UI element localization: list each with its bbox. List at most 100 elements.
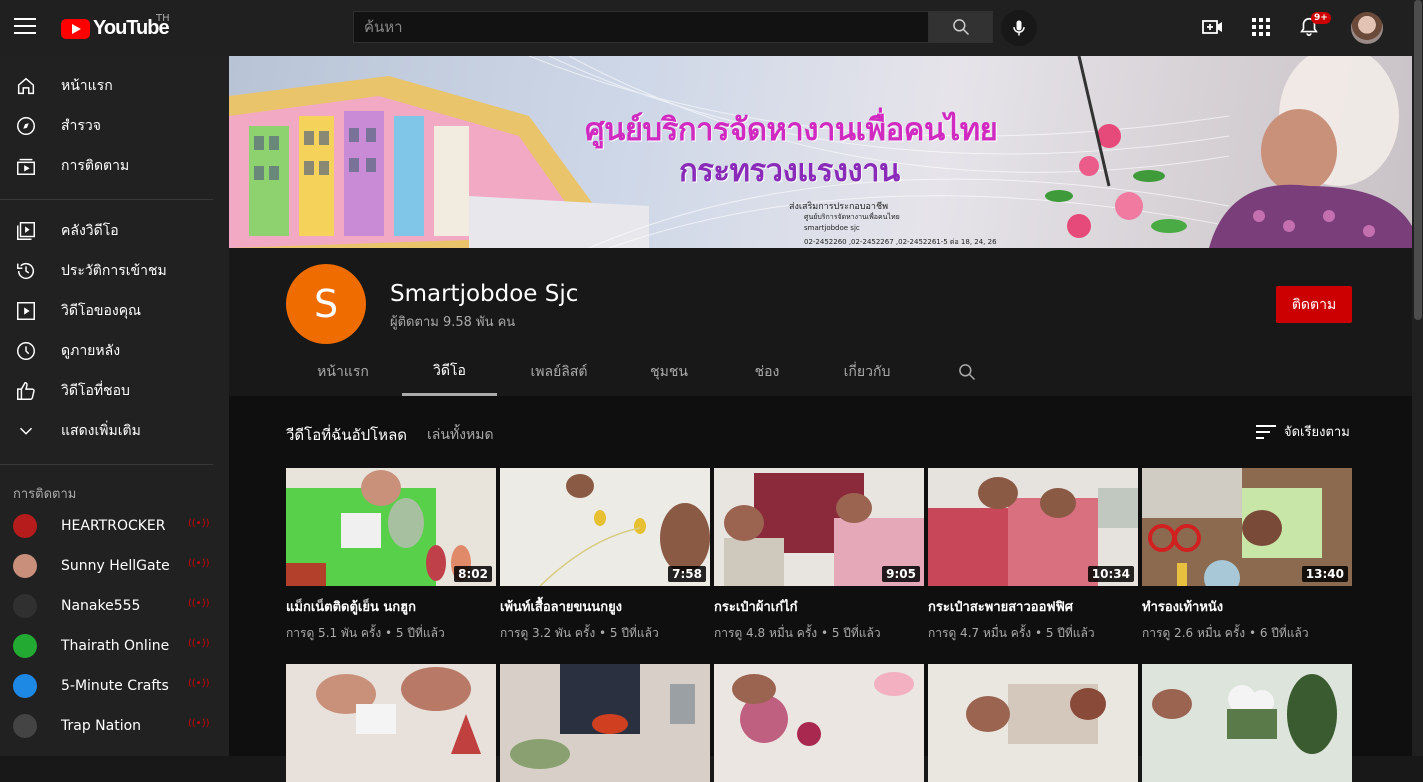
- sidebar-item-label: การติดตาม: [61, 158, 130, 174]
- sidebar-item-show-more[interactable]: แสดงเพิ่มเติม: [0, 411, 213, 451]
- sidebar-item-label: สำรวจ: [61, 118, 101, 134]
- voice-search-button[interactable]: [1001, 10, 1037, 46]
- menu-icon[interactable]: [14, 18, 36, 36]
- tab-channels[interactable]: ช่อง: [739, 348, 795, 396]
- video-thumbnail[interactable]: 9:05: [714, 468, 924, 586]
- video-thumbnail[interactable]: 10:34: [928, 468, 1138, 586]
- video-duration: 10:34: [1087, 566, 1134, 582]
- video-thumbnail[interactable]: 8:02: [286, 468, 496, 586]
- tab-community[interactable]: ชุมชน: [633, 348, 705, 396]
- sidebar-item-subscriptions[interactable]: การติดตาม: [0, 146, 213, 186]
- live-icon: ((•)): [188, 718, 210, 729]
- video-meta: การดู 4.7 หมื่น ครั้ง • 5 ปีที่แล้ว: [928, 626, 1095, 640]
- video-title[interactable]: กระเป๋าผ้าเก๋ไก๋: [714, 596, 797, 617]
- sidebar-item-home[interactable]: หน้าแรก: [0, 66, 213, 106]
- youtube-logo[interactable]: YouTube TH: [61, 13, 170, 40]
- home-icon: [14, 74, 38, 98]
- sidebar-item-watch-later[interactable]: ดูภายหลัง: [0, 331, 213, 371]
- sort-label: จัดเรียงตาม: [1284, 425, 1350, 440]
- notification-badge: 9+: [1311, 12, 1331, 24]
- live-icon: ((•)): [188, 518, 210, 529]
- video-meta: การดู 2.6 หมื่น ครั้ง • 6 ปีที่แล้ว: [1142, 626, 1309, 640]
- video-thumbnail[interactable]: 7:58: [500, 468, 710, 586]
- play-all-button[interactable]: เล่นทั้งหมด: [427, 424, 494, 446]
- account-avatar[interactable]: [1351, 12, 1383, 44]
- channel-avatar: [13, 594, 37, 618]
- video-thumbnail[interactable]: 13:40: [1142, 468, 1352, 586]
- sidebar-item-subscription[interactable]: Sunny HellGate ((•)): [0, 546, 213, 586]
- channel-avatar[interactable]: S: [286, 264, 366, 344]
- video-thumbnail[interactable]: [286, 664, 496, 782]
- video-title[interactable]: แม็กเน็ตติดตู้เย็น นกฮูก: [286, 596, 416, 617]
- library-icon: [14, 219, 38, 243]
- channel-name: Smartjobdoe Sjc: [390, 281, 579, 307]
- video-title[interactable]: ทำรองเท้าหนัง: [1142, 596, 1223, 617]
- banner-small-text: ส่งเสริมการประกอบอาชีพ: [789, 202, 889, 212]
- microphone-icon: [1013, 20, 1025, 36]
- channel-search-button[interactable]: [953, 348, 981, 396]
- sidebar-item-liked-videos[interactable]: วิดีโอที่ชอบ: [0, 371, 213, 411]
- tab-playlists[interactable]: เพลย์ลิสต์: [519, 348, 599, 396]
- subscription-label: HEARTROCKER: [61, 518, 166, 534]
- sidebar-item-explore[interactable]: สำรวจ: [0, 106, 213, 146]
- live-icon: ((•)): [188, 598, 210, 609]
- banner-title-line2: กระทรวงแรงงาน: [679, 153, 900, 189]
- thumbnail-image: [286, 664, 496, 782]
- banner-small-text: ศูนย์บริการจัดหางานเพื่อคนไทย: [804, 213, 900, 221]
- play-logo-icon: [61, 18, 90, 39]
- search-icon: [952, 19, 969, 36]
- sidebar-item-label: ประวัติการเข้าชม: [61, 263, 167, 279]
- subscriptions-heading: การติดตาม: [13, 487, 77, 502]
- section-title[interactable]: วีดีโอที่ฉันอัปโหลด: [286, 423, 407, 447]
- subscribe-button[interactable]: ติดตาม: [1276, 286, 1352, 323]
- live-icon: ((•)): [188, 638, 210, 649]
- subscription-label: Trap Nation: [61, 718, 142, 734]
- subscriber-count: ผู้ติดตาม 9.58 พัน คน: [390, 315, 516, 330]
- sidebar-item-subscription[interactable]: HEARTROCKER ((•)): [0, 506, 213, 546]
- tab-home[interactable]: หน้าแรก: [307, 348, 379, 396]
- sidebar-item-subscription[interactable]: Trap Nation ((•)): [0, 706, 213, 746]
- compass-icon: [14, 114, 38, 138]
- sidebar-item-label: คลังวิดีโอ: [61, 223, 119, 239]
- video-thumbnail[interactable]: [1142, 664, 1352, 782]
- chevron-down-icon: [14, 419, 38, 443]
- sort-icon: [1256, 424, 1276, 439]
- sidebar-item-label: แสดงเพิ่มเติม: [61, 423, 141, 439]
- subscription-label: Thairath Online: [61, 638, 170, 654]
- sort-button[interactable]: จัดเรียงตาม: [1256, 421, 1350, 442]
- video-meta: การดู 4.8 หมื่น ครั้ง • 5 ปีที่แล้ว: [714, 626, 881, 640]
- clock-icon: [14, 339, 38, 363]
- scrollbar-thumb[interactable]: [1414, 0, 1422, 320]
- tab-about[interactable]: เกี่ยวกับ: [832, 348, 902, 396]
- video-thumbnail[interactable]: [928, 664, 1138, 782]
- video-duration: 8:02: [454, 566, 492, 582]
- video-duration: 13:40: [1301, 566, 1348, 582]
- sidebar-item-library[interactable]: คลังวิดีโอ: [0, 211, 213, 251]
- sidebar-item-subscription[interactable]: Nanake555 ((•)): [0, 586, 213, 626]
- search-button[interactable]: [928, 11, 993, 43]
- create-video-button[interactable]: [1201, 15, 1225, 39]
- thumbnail-image: [714, 664, 924, 782]
- sidebar-item-your-videos[interactable]: วิดีโอของคุณ: [0, 291, 213, 331]
- channel-avatar: [13, 514, 37, 538]
- sidebar-item-label: วิดีโอที่ชอบ: [61, 383, 130, 399]
- search-icon: [959, 364, 976, 381]
- sidebar-item-subscription[interactable]: 5-Minute Crafts ((•)): [0, 666, 213, 706]
- video-title[interactable]: กระเป๋าสะพายสาวออฟฟิศ: [928, 596, 1073, 617]
- apps-button[interactable]: [1249, 15, 1273, 39]
- video-thumbnail[interactable]: [500, 664, 710, 782]
- search-input[interactable]: [353, 11, 929, 43]
- sidebar-item-history[interactable]: ประวัติการเข้าชม: [0, 251, 213, 291]
- video-thumbnail[interactable]: [714, 664, 924, 782]
- video-duration: 9:05: [882, 566, 920, 582]
- history-icon: [14, 259, 38, 283]
- video-camera-plus-icon: [1202, 20, 1222, 34]
- sidebar-item-subscription[interactable]: Thairath Online ((•)): [0, 626, 213, 666]
- country-code: TH: [156, 13, 170, 24]
- tab-videos[interactable]: วิดีโอ: [402, 348, 497, 396]
- video-title[interactable]: เพ้นท์เสื้อลายขนนกยูง: [500, 596, 622, 617]
- sidebar: หน้าแรก สำรวจ การติดตาม คลังวิดีโอ ประวั…: [0, 56, 229, 756]
- thumbnail-image: [1142, 664, 1352, 782]
- videos-section: วีดีโอที่ฉันอัปโหลด เล่นทั้งหมด จัดเรียง…: [229, 396, 1412, 782]
- sidebar-item-label: หน้าแรก: [61, 78, 113, 94]
